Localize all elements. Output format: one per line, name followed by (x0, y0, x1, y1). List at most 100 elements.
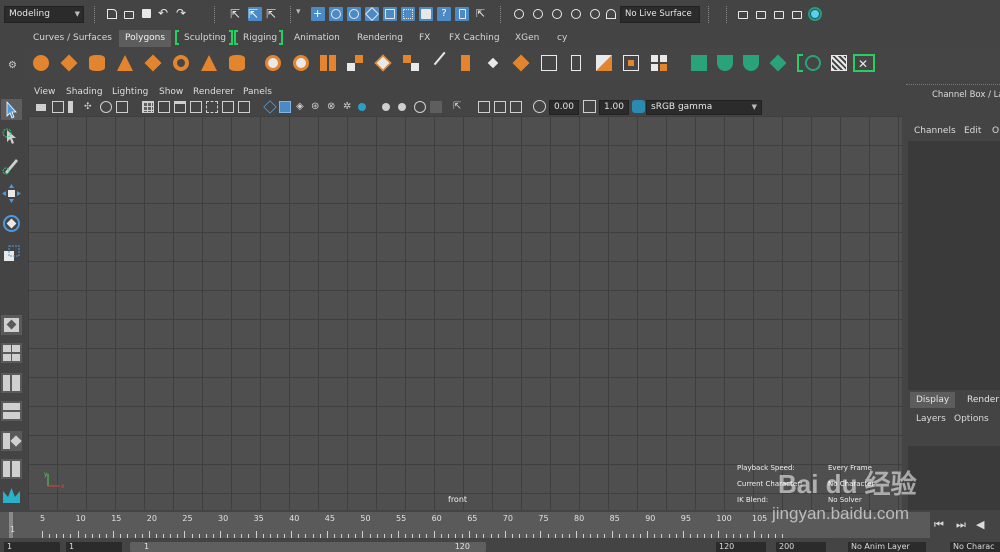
menu-view[interactable]: View (34, 85, 55, 99)
select-joints-icon[interactable] (329, 7, 343, 21)
color-management-icon[interactable] (632, 100, 645, 113)
poly-cone-icon[interactable] (116, 54, 134, 72)
tab-render[interactable]: Render (961, 392, 1000, 408)
motion-blur-icon[interactable] (382, 103, 390, 111)
render-view-icon[interactable] (736, 7, 750, 21)
exposure-icon[interactable] (533, 100, 546, 113)
tab-curves-surfaces[interactable]: Curves / Surfaces (27, 30, 118, 47)
xray-icon[interactable]: ⇱ (453, 101, 465, 113)
move-tool-icon[interactable] (1, 183, 22, 204)
snap-view-plane-icon[interactable] (569, 7, 583, 21)
poly-cube-icon[interactable] (60, 54, 78, 72)
highlight-selection-icon[interactable]: ⇱ (476, 7, 490, 21)
step-back-key-icon[interactable]: ⏭ (956, 518, 966, 532)
playback-end-field[interactable]: 120 (716, 542, 766, 552)
render-settings-icon[interactable] (790, 7, 804, 21)
menu-object[interactable]: O (992, 126, 999, 136)
menu-options[interactable]: Options (954, 414, 989, 424)
bevel-icon[interactable] (512, 54, 530, 72)
menu-renderer[interactable]: Renderer (193, 85, 234, 99)
step-back-frame-icon[interactable]: ◀ (976, 518, 984, 531)
multisample-aa-icon[interactable] (398, 103, 406, 111)
magnet-icon[interactable] (604, 7, 618, 21)
tab-polygons[interactable]: Polygons (119, 30, 172, 47)
render-frame-icon[interactable] (754, 7, 768, 21)
lasso-tool-icon[interactable] (1, 127, 22, 148)
layer-list[interactable] (908, 446, 1000, 510)
remesh-icon[interactable] (402, 54, 420, 72)
poly-sphere-icon[interactable] (32, 54, 50, 72)
viewport-front[interactable]: y x Playback Speed: Every Frame Current … (28, 116, 902, 510)
scale-tool-icon[interactable] (1, 243, 22, 264)
select-misc-icon[interactable]: ? (437, 7, 451, 21)
mirror-icon[interactable] (319, 54, 337, 72)
shelf-options-icon[interactable]: ⚙ (8, 60, 17, 71)
separate-icon[interactable] (292, 54, 310, 72)
four-pane-layout-icon[interactable] (1, 343, 22, 363)
triangulate-icon[interactable] (650, 54, 668, 72)
save-scene-icon[interactable] (140, 7, 154, 21)
make-live-icon[interactable] (588, 7, 602, 21)
select-handles-icon[interactable]: + (311, 7, 325, 21)
wireframe-icon[interactable] (263, 100, 277, 114)
bridge-icon[interactable] (484, 54, 502, 72)
hypershade-icon[interactable] (808, 7, 822, 21)
animation-end-field[interactable]: 200 (776, 542, 826, 552)
image-plane-icon[interactable]: ✣ (84, 101, 96, 113)
menu-shading[interactable]: Shading (66, 85, 103, 99)
menu-panels[interactable]: Panels (243, 85, 272, 99)
exposure-field[interactable]: 0.00 (549, 100, 579, 115)
uv-auto-icon[interactable] (769, 54, 787, 72)
lock-selection-icon[interactable] (455, 7, 469, 21)
select-curves-icon[interactable] (347, 7, 361, 21)
uv-editor-icon[interactable] (804, 54, 822, 72)
tab-rigging[interactable]: Rigging (237, 30, 283, 47)
undo-icon[interactable]: ↶ (158, 7, 172, 21)
two-pane-layout-icon[interactable] (1, 373, 22, 393)
single-pane-layout-icon[interactable] (1, 315, 22, 335)
menu-edit[interactable]: Edit (964, 126, 981, 136)
channel-list[interactable] (908, 141, 1000, 390)
persp-outliner-layout-icon[interactable] (1, 401, 22, 421)
uv-unfold-icon[interactable]: ✕ (853, 54, 875, 72)
snap-grid-icon[interactable] (512, 7, 526, 21)
ipr-render-icon[interactable] (772, 7, 786, 21)
insert-edge-loop-icon[interactable] (567, 54, 585, 72)
use-all-lights-icon[interactable]: ⊗ (327, 101, 339, 113)
append-polygon-icon[interactable] (595, 54, 613, 72)
gamma-icon[interactable] (583, 100, 596, 113)
menu-show[interactable]: Show (159, 85, 183, 99)
poly-pyramid-icon[interactable] (200, 54, 218, 72)
gamma-field[interactable]: 1.00 (599, 100, 629, 115)
backface-culling-icon[interactable] (510, 101, 522, 113)
tab-fx-caching[interactable]: FX Caching (443, 30, 506, 47)
chevron-down-icon[interactable]: ▾ (296, 7, 310, 21)
tab-fx[interactable]: FX (413, 30, 436, 47)
resolution-gate-icon[interactable] (174, 101, 186, 113)
uv-cylindrical-icon[interactable] (716, 54, 734, 72)
combine-icon[interactable] (264, 54, 282, 72)
shadows-icon[interactable]: ✲ (343, 101, 355, 113)
camera-attributes-icon[interactable] (52, 101, 64, 113)
select-hierarchy-icon[interactable]: ⇱ (230, 7, 244, 21)
poly-pipe-icon[interactable] (228, 54, 246, 72)
hypershade-layout-icon[interactable] (1, 459, 22, 479)
playback-start-field[interactable]: 1 (66, 542, 122, 552)
gate-mask-icon[interactable] (190, 101, 202, 113)
select-dynamics-icon[interactable] (401, 7, 415, 21)
tab-xgen[interactable]: XGen (509, 30, 545, 47)
bounding-box-icon[interactable] (540, 54, 558, 72)
animation-start-field[interactable]: 1 (4, 542, 60, 552)
select-object-icon[interactable]: ⇱ (248, 7, 262, 21)
redo-icon[interactable]: ↷ (176, 7, 190, 21)
menu-set-dropdown[interactable]: Modeling ▼ (4, 6, 84, 23)
tab-animation[interactable]: Animation (288, 30, 346, 47)
tab-rendering[interactable]: Rendering (351, 30, 409, 47)
grid-icon[interactable] (142, 101, 154, 113)
safe-action-icon[interactable] (222, 101, 234, 113)
select-component-icon[interactable]: ⇱ (266, 7, 280, 21)
view-transform-dropdown[interactable]: sRGB gamma ▼ (646, 100, 762, 115)
reduce-icon[interactable] (374, 54, 392, 72)
select-surfaces-icon[interactable] (364, 6, 380, 22)
depth-of-field-icon[interactable] (414, 101, 426, 113)
